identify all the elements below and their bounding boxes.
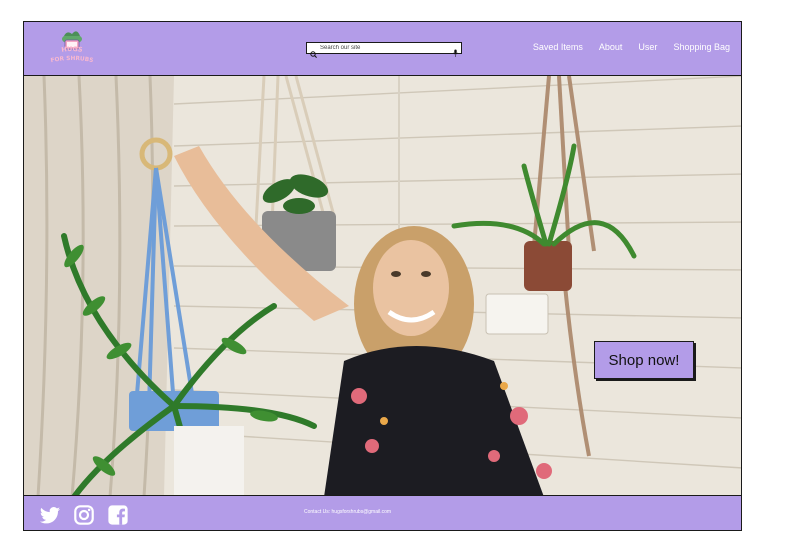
instagram-icon[interactable] (73, 504, 95, 526)
shop-now-button[interactable]: Shop now! (594, 341, 694, 379)
nav-about[interactable]: About (599, 42, 623, 52)
contact-text: Contact Us: hugsforshrubs@gmail.com (304, 509, 392, 515)
social-links (39, 504, 129, 526)
page-frame: HUGS FOR SHRUBS Search our site Saved It… (23, 21, 742, 531)
microphone-icon[interactable] (453, 44, 458, 57)
main-nav: Saved Items About User Shopping Bag (533, 42, 730, 52)
shop-now-label: Shop now! (608, 351, 680, 369)
nav-saved-items[interactable]: Saved Items (533, 42, 583, 52)
search-input[interactable] (320, 43, 453, 53)
hero-banner: Shop now! (24, 76, 741, 497)
search-icon (310, 45, 317, 58)
twitter-icon[interactable] (39, 504, 61, 526)
svg-text:FOR SHRUBS: FOR SHRUBS (50, 56, 93, 64)
site-header: HUGS FOR SHRUBS Search our site Saved It… (24, 22, 741, 76)
site-logo[interactable]: HUGS FOR SHRUBS (42, 30, 102, 68)
svg-text:HUGS: HUGS (61, 45, 84, 54)
nav-shopping-bag[interactable]: Shopping Bag (673, 42, 730, 52)
logo-icon: HUGS FOR SHRUBS (50, 31, 94, 64)
facebook-icon[interactable] (107, 504, 129, 526)
nav-user[interactable]: User (638, 42, 657, 52)
search-bar[interactable] (306, 42, 462, 58)
site-footer: Contact Us: hugsforshrubs@gmail.com (24, 495, 741, 530)
hero-image (24, 76, 741, 497)
